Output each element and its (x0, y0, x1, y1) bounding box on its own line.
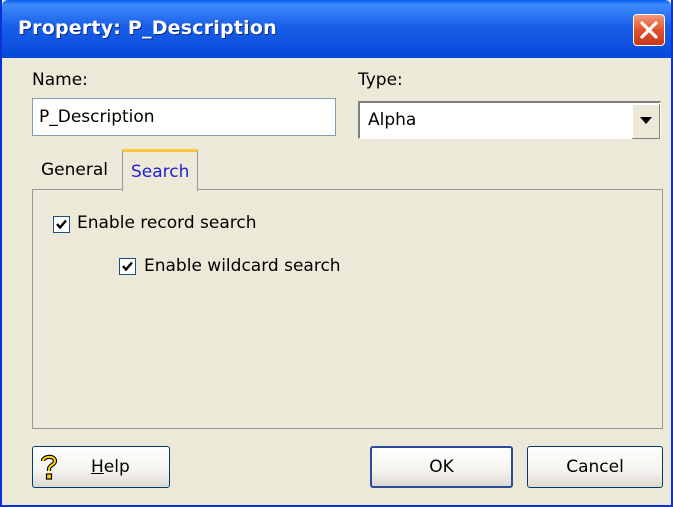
ok-button[interactable]: OK (370, 446, 513, 488)
enable-wildcard-search-label[interactable]: Enable wildcard search (144, 256, 341, 276)
search-tab-panel: Enable record search Enable wildcard sea… (32, 189, 663, 429)
window-title: Property: P_Description (18, 17, 277, 39)
type-dropdown-button[interactable] (631, 103, 660, 139)
help-icon (40, 454, 58, 495)
enable-record-search-checkbox[interactable] (53, 216, 70, 233)
help-button[interactable]: Help (32, 446, 170, 488)
check-icon (56, 219, 67, 230)
enable-record-search-label[interactable]: Enable record search (77, 213, 257, 233)
title-bar[interactable]: Property: P_Description (2, 0, 671, 58)
close-button[interactable] (633, 14, 665, 46)
close-icon (640, 21, 658, 39)
chevron-down-icon (640, 117, 652, 124)
cancel-button[interactable]: Cancel (527, 446, 663, 488)
check-icon (122, 261, 133, 272)
name-field[interactable]: P_Description (32, 98, 336, 136)
name-label: Name: (32, 70, 88, 90)
type-select-value: Alpha (368, 110, 417, 130)
enable-wildcard-search-checkbox[interactable] (119, 258, 136, 275)
tab-general[interactable]: General (32, 152, 117, 188)
tab-search[interactable]: Search (122, 149, 199, 191)
type-label: Type: (358, 70, 403, 90)
property-dialog: Property: P_Description Name: P_Descript… (0, 0, 673, 507)
help-button-label: Help (91, 457, 130, 477)
type-select[interactable]: Alpha (358, 101, 661, 139)
